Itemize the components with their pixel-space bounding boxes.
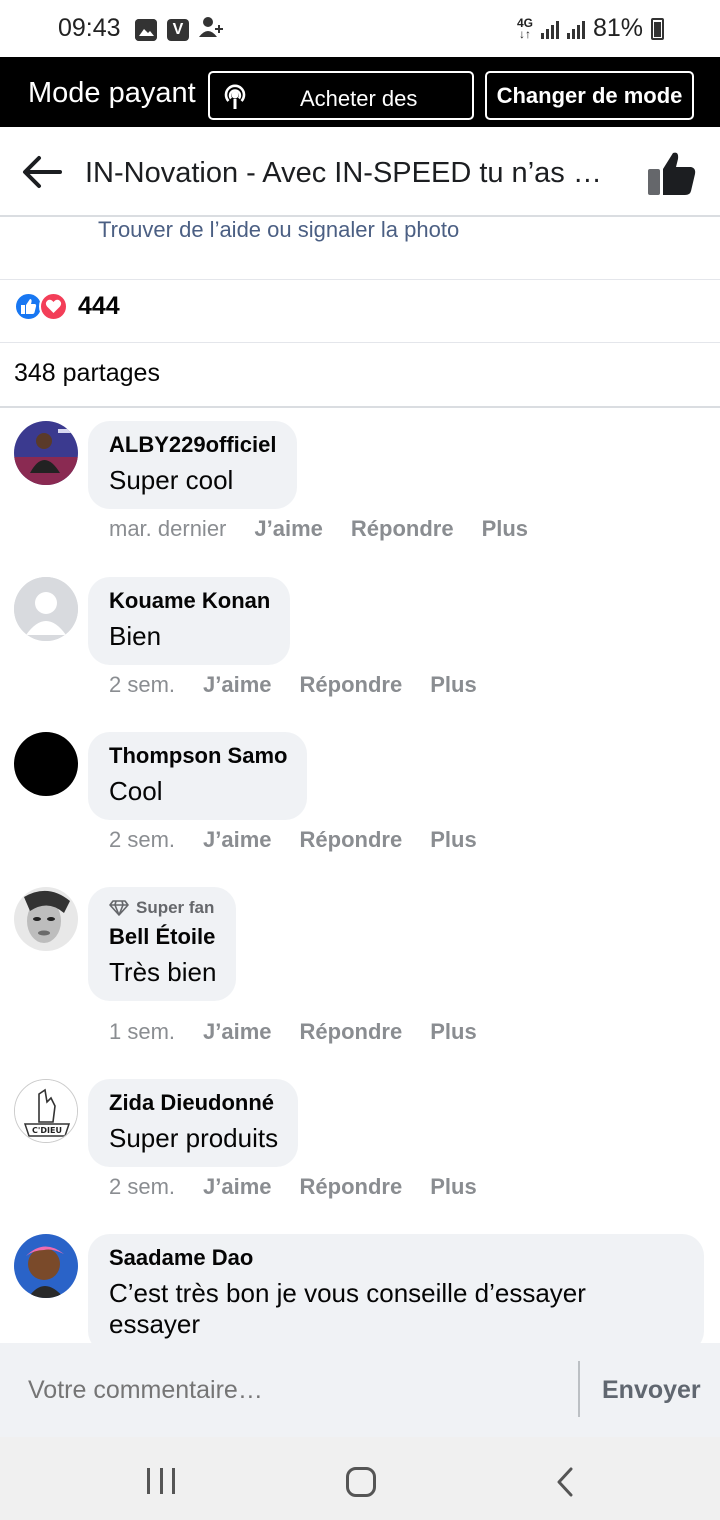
reply-button[interactable]: Répondre <box>300 672 403 698</box>
like-button[interactable]: J’aime <box>203 672 272 698</box>
battery-level: 81% <box>592 14 643 42</box>
diamond-icon <box>109 900 129 916</box>
reply-button[interactable]: Répondre <box>300 827 403 853</box>
send-button[interactable]: Envoyer <box>602 1376 701 1405</box>
comment-bubble[interactable]: Saadame Dao C’est très bon je vous conse… <box>88 1234 704 1353</box>
super-fan-badge: Super fan <box>109 898 216 918</box>
back-arrow-icon[interactable] <box>20 152 62 192</box>
comment-text: C’est très bon je vous conseille d’essay… <box>109 1278 586 1339</box>
comment-bubble[interactable]: Thompson Samo Cool <box>88 732 308 820</box>
comment-time: 2 sem. <box>109 672 176 697</box>
reactions-summary[interactable]: 444 <box>14 292 120 321</box>
post-header: IN-Novation - Avec IN-SPEED tu n’as … <box>0 127 720 217</box>
network-type: 4G ↓↑ <box>516 15 533 41</box>
like-button[interactable]: J’aime <box>203 1019 272 1045</box>
reply-button[interactable]: Répondre <box>351 516 454 542</box>
avatar[interactable] <box>14 577 78 641</box>
avatar[interactable]: C'DIEU <box>14 1079 78 1143</box>
comment-time: 2 sem. <box>109 1174 176 1199</box>
add-contact-icon <box>199 16 225 43</box>
comment-bubble[interactable]: Super fan Bell Étoile Très bien <box>88 887 237 1001</box>
more-button[interactable]: Plus <box>430 1174 476 1200</box>
comment-time: mar. dernier <box>109 516 227 541</box>
comment-actions: 2 sem. J’aime Répondre Plus <box>109 1174 505 1200</box>
battery-icon <box>651 17 664 40</box>
avatar[interactable] <box>14 887 78 951</box>
broadcast-icon <box>224 84 246 109</box>
comment-bubble[interactable]: ALBY229officiel Super cool <box>88 421 297 509</box>
comment-composer: Envoyer <box>0 1343 720 1437</box>
buy-data-label: Acheter des <box>300 86 418 111</box>
signal-icon <box>540 19 559 39</box>
comment-time: 2 sem. <box>109 827 176 852</box>
post-title: IN-Novation - Avec IN-SPEED tu n’as … <box>85 157 602 189</box>
comment-text: Très bien <box>109 957 217 987</box>
paid-mode-bar: Mode payant Acheter des Changer de mode <box>0 57 720 127</box>
more-button[interactable]: Plus <box>482 516 528 542</box>
avatar[interactable] <box>14 421 78 485</box>
comment-text: Super produits <box>109 1123 279 1153</box>
like-button[interactable]: J’aime <box>203 1174 272 1200</box>
more-button[interactable]: Plus <box>430 1019 476 1045</box>
comment-actions: 1 sem. J’aime Répondre Plus <box>109 1019 505 1045</box>
comment-bubble[interactable]: Zida Dieudonné Super produits <box>88 1079 299 1167</box>
thumbs-up-icon[interactable] <box>646 149 698 197</box>
more-button[interactable]: Plus <box>430 827 476 853</box>
signal-icon-2 <box>566 19 585 39</box>
comment-actions: mar. dernier J’aime Répondre Plus <box>109 516 556 542</box>
status-system-icons: 4G ↓↑ 81% <box>517 14 664 43</box>
love-reaction-icon <box>39 292 68 321</box>
reply-button[interactable]: Répondre <box>300 1174 403 1200</box>
avatar[interactable] <box>14 1234 78 1298</box>
divider <box>0 406 720 408</box>
comment-author[interactable]: Zida Dieudonné <box>109 1090 278 1116</box>
gallery-icon <box>135 18 157 41</box>
reply-button[interactable]: Répondre <box>300 1019 403 1045</box>
comment-time: 1 sem. <box>109 1019 176 1044</box>
share-count[interactable]: 348 partages <box>14 359 160 388</box>
more-button[interactable]: Plus <box>430 672 476 698</box>
avatar-logo-text: C'DIEU <box>32 1126 62 1135</box>
comment-actions: 2 sem. J’aime Répondre Plus <box>109 672 505 698</box>
comment-author[interactable]: ALBY229officiel <box>109 432 277 458</box>
reaction-count: 444 <box>78 292 120 320</box>
composer-divider <box>578 1361 580 1417</box>
like-button[interactable]: J’aime <box>254 516 323 542</box>
comment-bubble[interactable]: Kouame Konan Bien <box>88 577 291 665</box>
status-bar: 09:43 V 4G ↓↑ 81% <box>0 0 720 57</box>
comment-text: Cool <box>109 776 163 806</box>
comment-author[interactable]: Bell Étoile <box>109 924 216 950</box>
recent-apps-icon[interactable] <box>147 1468 175 1494</box>
like-button[interactable]: J’aime <box>203 827 272 853</box>
system-nav-bar <box>0 1437 720 1520</box>
comment-author[interactable]: Kouame Konan <box>109 588 270 614</box>
help-report-link[interactable]: Trouver de l’aide ou signaler la photo <box>98 217 459 243</box>
avatar[interactable] <box>14 732 78 796</box>
divider <box>0 342 720 343</box>
back-nav-icon[interactable] <box>553 1467 577 1497</box>
status-notification-icons: V <box>135 16 225 43</box>
divider <box>0 279 720 280</box>
comment-author[interactable]: Saadame Dao <box>109 1245 684 1271</box>
comment-text: Bien <box>109 621 162 651</box>
status-time: 09:43 <box>58 14 121 42</box>
buy-data-button[interactable]: Acheter des <box>208 71 474 120</box>
v-app-icon: V <box>167 18 189 41</box>
change-mode-button[interactable]: Changer de mode <box>485 71 694 120</box>
comment-text: Super cool <box>109 465 234 495</box>
comment-author[interactable]: Thompson Samo <box>109 743 287 769</box>
mode-title: Mode payant <box>28 77 196 109</box>
badge-label: Super fan <box>136 898 215 917</box>
home-icon[interactable] <box>346 1467 376 1497</box>
comment-input[interactable] <box>28 1376 548 1405</box>
comment-actions: 2 sem. J’aime Répondre Plus <box>109 827 505 853</box>
